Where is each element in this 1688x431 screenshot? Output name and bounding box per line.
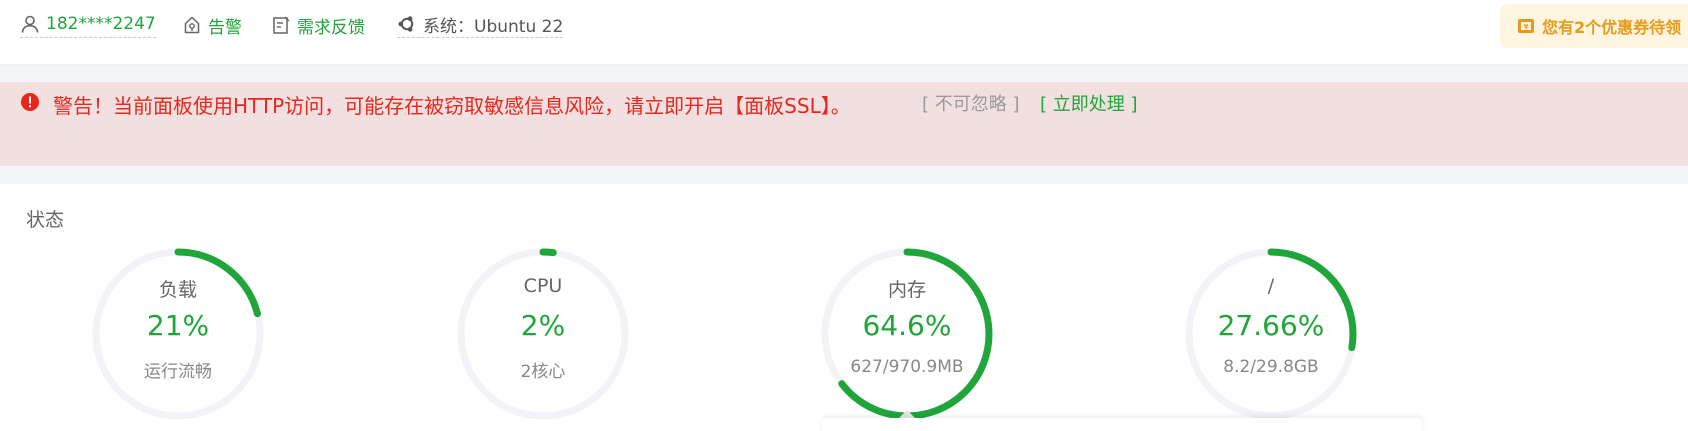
alarm-label: 告警 (208, 17, 242, 38)
ubuntu-logo-icon (398, 16, 414, 32)
cpu-value: 2% (520, 309, 566, 342)
cpu-label: CPU (523, 275, 563, 297)
ssl-warning-text: 警告！当前面板使用HTTP访问，可能存在被窃取敏感信息风险，请立即开启【面板SS… (53, 94, 851, 118)
user-icon (21, 15, 39, 33)
user-account-link[interactable]: 182****2247 (20, 12, 156, 38)
alarm-link[interactable]: 告警 (182, 12, 242, 38)
coupon-icon: ¥ (1518, 19, 1534, 33)
load-label: 负载 (158, 279, 197, 301)
memory-label: 内存 (887, 279, 926, 301)
disk-gauge[interactable]: / 27.66% 8.2/29.8GB (1182, 245, 1360, 423)
svg-text:¥: ¥ (1524, 23, 1529, 31)
load-value: 21% (146, 309, 210, 342)
coupon-banner[interactable]: ¥ 您有2个优惠券待领 (1500, 4, 1688, 48)
cpu-gauge[interactable]: CPU 2% 2核心 (454, 245, 632, 423)
alarm-bell-icon (184, 16, 200, 34)
memory-gauge[interactable]: 内存 64.6% 627/970.9MB (818, 245, 996, 423)
warning-icon (21, 93, 39, 111)
feedback-label: 需求反馈 (297, 17, 365, 38)
cpu-cores: 2核心 (520, 362, 566, 382)
memory-value: 64.6% (862, 309, 952, 342)
status-title: 状态 (26, 209, 65, 231)
load-gauge[interactable]: 负载 21% 运行流畅 (89, 245, 267, 423)
user-phone: 182****2247 (46, 14, 156, 34)
feedback-link[interactable]: 需求反馈 (271, 12, 365, 38)
disk-mount-label: / (1267, 275, 1275, 297)
edit-note-icon (273, 16, 290, 34)
memory-usage: 627/970.9MB (850, 357, 964, 377)
load-status: 运行流畅 (144, 362, 212, 382)
os-label: 系统：Ubuntu 22 (423, 16, 564, 37)
disk-value: 27.66% (1217, 309, 1325, 342)
tooltip-popup (822, 418, 1422, 431)
handle-now-link[interactable]: [ 立即处理 ] (1040, 90, 1138, 116)
coupon-text: 您有2个优惠券待领 (1542, 18, 1682, 37)
not-ignorable-label: [ 不可忽略 ] (922, 94, 1020, 115)
system-info: 系统：Ubuntu 22 (397, 12, 564, 38)
disk-usage: 8.2/29.8GB (1223, 357, 1319, 377)
top-bar: 182****2247 告警 需求反馈 系统：Ubuntu 22 ¥ 您有2个优… (0, 0, 1688, 64)
